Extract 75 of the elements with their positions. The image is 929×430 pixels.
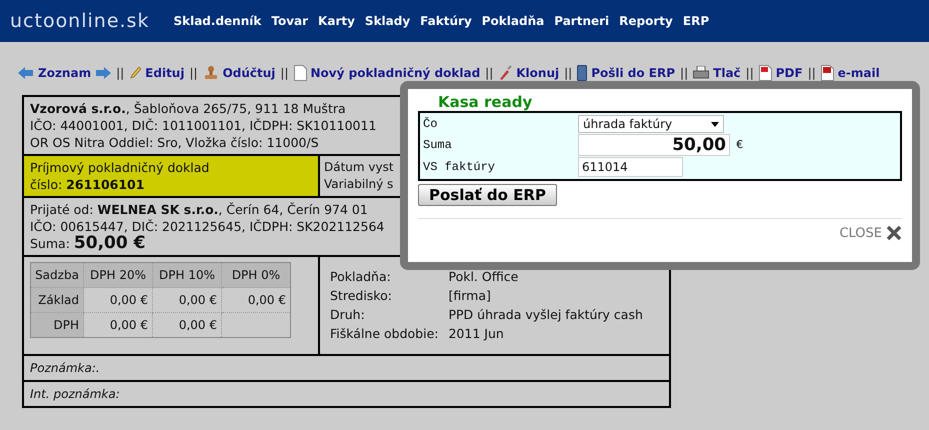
- field-label: VS faktúry: [422, 160, 496, 174]
- note-label: Poznámka:.: [24, 356, 669, 382]
- dropdown-caret-icon[interactable]: [711, 122, 719, 126]
- internal-note-label: Int. poznámka:: [29, 386, 121, 403]
- document-icon[interactable]: [294, 65, 306, 81]
- input-field[interactable]: 611014: [578, 157, 683, 177]
- separator: ||: [485, 66, 494, 80]
- table-cell: 0,00 €: [152, 288, 222, 312]
- nav-link[interactable]: Sklad.denník: [173, 14, 262, 28]
- nav-link[interactable]: Pokladňa: [482, 14, 544, 28]
- toolbar-link[interactable]: PDF: [776, 66, 803, 80]
- info-value: PPD úhrada vyšlej faktúry cash: [448, 307, 643, 322]
- table-cell: 0,00 €: [84, 288, 152, 312]
- toolbar-link[interactable]: Zoznam: [38, 66, 92, 80]
- separator: ||: [280, 66, 288, 80]
- field-label: Suma: [422, 138, 453, 152]
- nav-link[interactable]: ERP: [682, 14, 710, 28]
- pdf-file-icon[interactable]: [820, 65, 834, 81]
- column-header: Sadzba: [30, 262, 84, 288]
- left-arrow-icon[interactable]: [18, 67, 34, 79]
- info-label: Fiškálne obdobie:: [330, 326, 438, 341]
- sum-label: Suma:: [30, 235, 70, 252]
- issuer-line: IČO: 44001001, DIČ: 1011001101, IČDPH: SK10110011: [30, 117, 376, 134]
- issuer-line: OR OS Nitra Oddiel: Sro, Vložka číslo: 11000/S: [30, 134, 319, 151]
- currency-label: €: [736, 138, 744, 152]
- column-header: DPH 0%: [222, 262, 290, 288]
- toolbar-link[interactable]: Klonuj: [516, 66, 560, 80]
- send-button[interactable]: Poslať do ERP: [418, 184, 557, 206]
- dropdown[interactable]: úhrada faktúry: [578, 115, 724, 133]
- separator: ||: [564, 66, 572, 80]
- nav-link[interactable]: Karty: [318, 14, 355, 28]
- info-label: Druh:: [330, 307, 366, 322]
- toolbar-link[interactable]: Edituj: [145, 66, 184, 80]
- toolbar-link[interactable]: Pošli do ERP: [591, 66, 676, 80]
- pdf-file-icon[interactable]: [758, 65, 772, 81]
- column-header: DPH 10%: [152, 262, 222, 288]
- payer-line: IČO: 00615447, DIČ: 2021125645, IČDPH: SK202112564: [30, 218, 384, 235]
- right-arrow-icon[interactable]: [95, 67, 112, 79]
- separator: ||: [680, 66, 688, 80]
- separator: ||: [808, 66, 816, 80]
- info-label: Stredisko:: [330, 288, 393, 303]
- toolbar-link[interactable]: Nový pokladničný doklad: [310, 66, 480, 80]
- toolbar-link[interactable]: e-mail: [838, 66, 880, 80]
- nav-link[interactable]: Tovar: [271, 14, 308, 28]
- row-header: Základ: [30, 288, 84, 312]
- date-label: Dátum vyst: [324, 159, 394, 176]
- separator: ||: [746, 66, 754, 80]
- field-label: Čo: [422, 117, 438, 131]
- toolbar-link[interactable]: Odúčtuj: [222, 66, 276, 80]
- stamp-icon[interactable]: [202, 65, 219, 81]
- info-value: 2011 Jun: [448, 326, 505, 341]
- sum-value: 50,00 €: [74, 235, 146, 252]
- info-label: Pokladňa:: [330, 269, 392, 284]
- amount-field[interactable]: 50,00: [578, 134, 730, 156]
- toolbar-link[interactable]: Tlač: [713, 66, 741, 80]
- separator: ||: [189, 66, 198, 80]
- info-value: [firma]: [448, 288, 492, 303]
- info-value: Pokl. Office: [448, 269, 520, 284]
- issuer-line: Vzorová s.r.o., Šabloňova 265/75, 911 18 Muštra: [30, 100, 346, 117]
- nav-link[interactable]: Faktúry: [420, 14, 472, 28]
- modal-title: Kasa ready: [438, 93, 534, 111]
- pencil-icon[interactable]: [129, 66, 142, 80]
- nav-link[interactable]: Reporty: [619, 14, 673, 28]
- payer-line: Prijaté od: WELNEA SK s.r.o., Čerín 64, Čerín 974 01: [30, 201, 368, 218]
- nav-link[interactable]: Partneri: [554, 14, 610, 28]
- close-icon[interactable]: [886, 225, 902, 241]
- row-header: DPH: [30, 312, 84, 338]
- date-label: Variabilný s: [324, 176, 394, 193]
- separator: ||: [116, 66, 124, 80]
- column-header: DPH 20%: [84, 262, 152, 288]
- printer-icon[interactable]: [693, 66, 710, 80]
- site-logo[interactable]: uctoonline.sk: [10, 10, 150, 32]
- nav-link[interactable]: Sklady: [364, 14, 410, 28]
- close-button[interactable]: CLOSE: [839, 226, 882, 240]
- document-type-panel: Príjmový pokladničný doklad číslo: 261106101: [24, 156, 320, 196]
